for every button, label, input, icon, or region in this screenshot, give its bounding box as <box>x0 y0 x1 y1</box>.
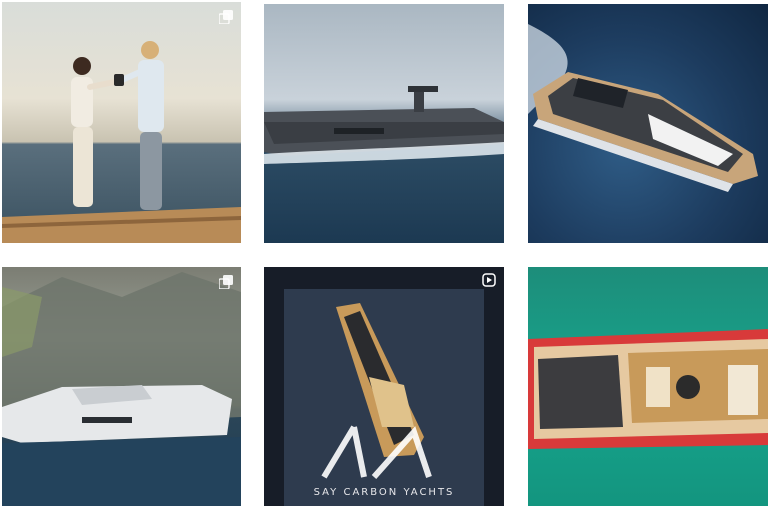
post-image-say-carbon <box>284 289 484 506</box>
brand-caption: SAY CARBON YACHTS <box>313 487 455 498</box>
post-image-grey-yacht <box>264 86 504 164</box>
post-tile-couple-yacht[interactable] <box>2 2 241 243</box>
multi-image-icon <box>219 275 233 289</box>
reel-icon <box>482 273 496 287</box>
post-tile-red-yacht[interactable] <box>528 267 768 506</box>
post-tile-carbon-yacht[interactable] <box>528 4 768 243</box>
post-image-red-yacht <box>528 329 768 449</box>
post-image-couple <box>2 41 241 243</box>
post-image-carbon-yacht <box>528 24 758 192</box>
post-tile-say-carbon[interactable]: SAY CARBON YACHTS <box>264 267 504 506</box>
post-tile-white-yacht-coast[interactable] <box>2 267 241 506</box>
post-image-white-yacht <box>2 272 241 506</box>
post-grid: SAY CARBON YACHTS <box>0 0 768 506</box>
post-tile-grey-yacht[interactable] <box>264 4 504 243</box>
multi-image-icon <box>219 10 233 24</box>
